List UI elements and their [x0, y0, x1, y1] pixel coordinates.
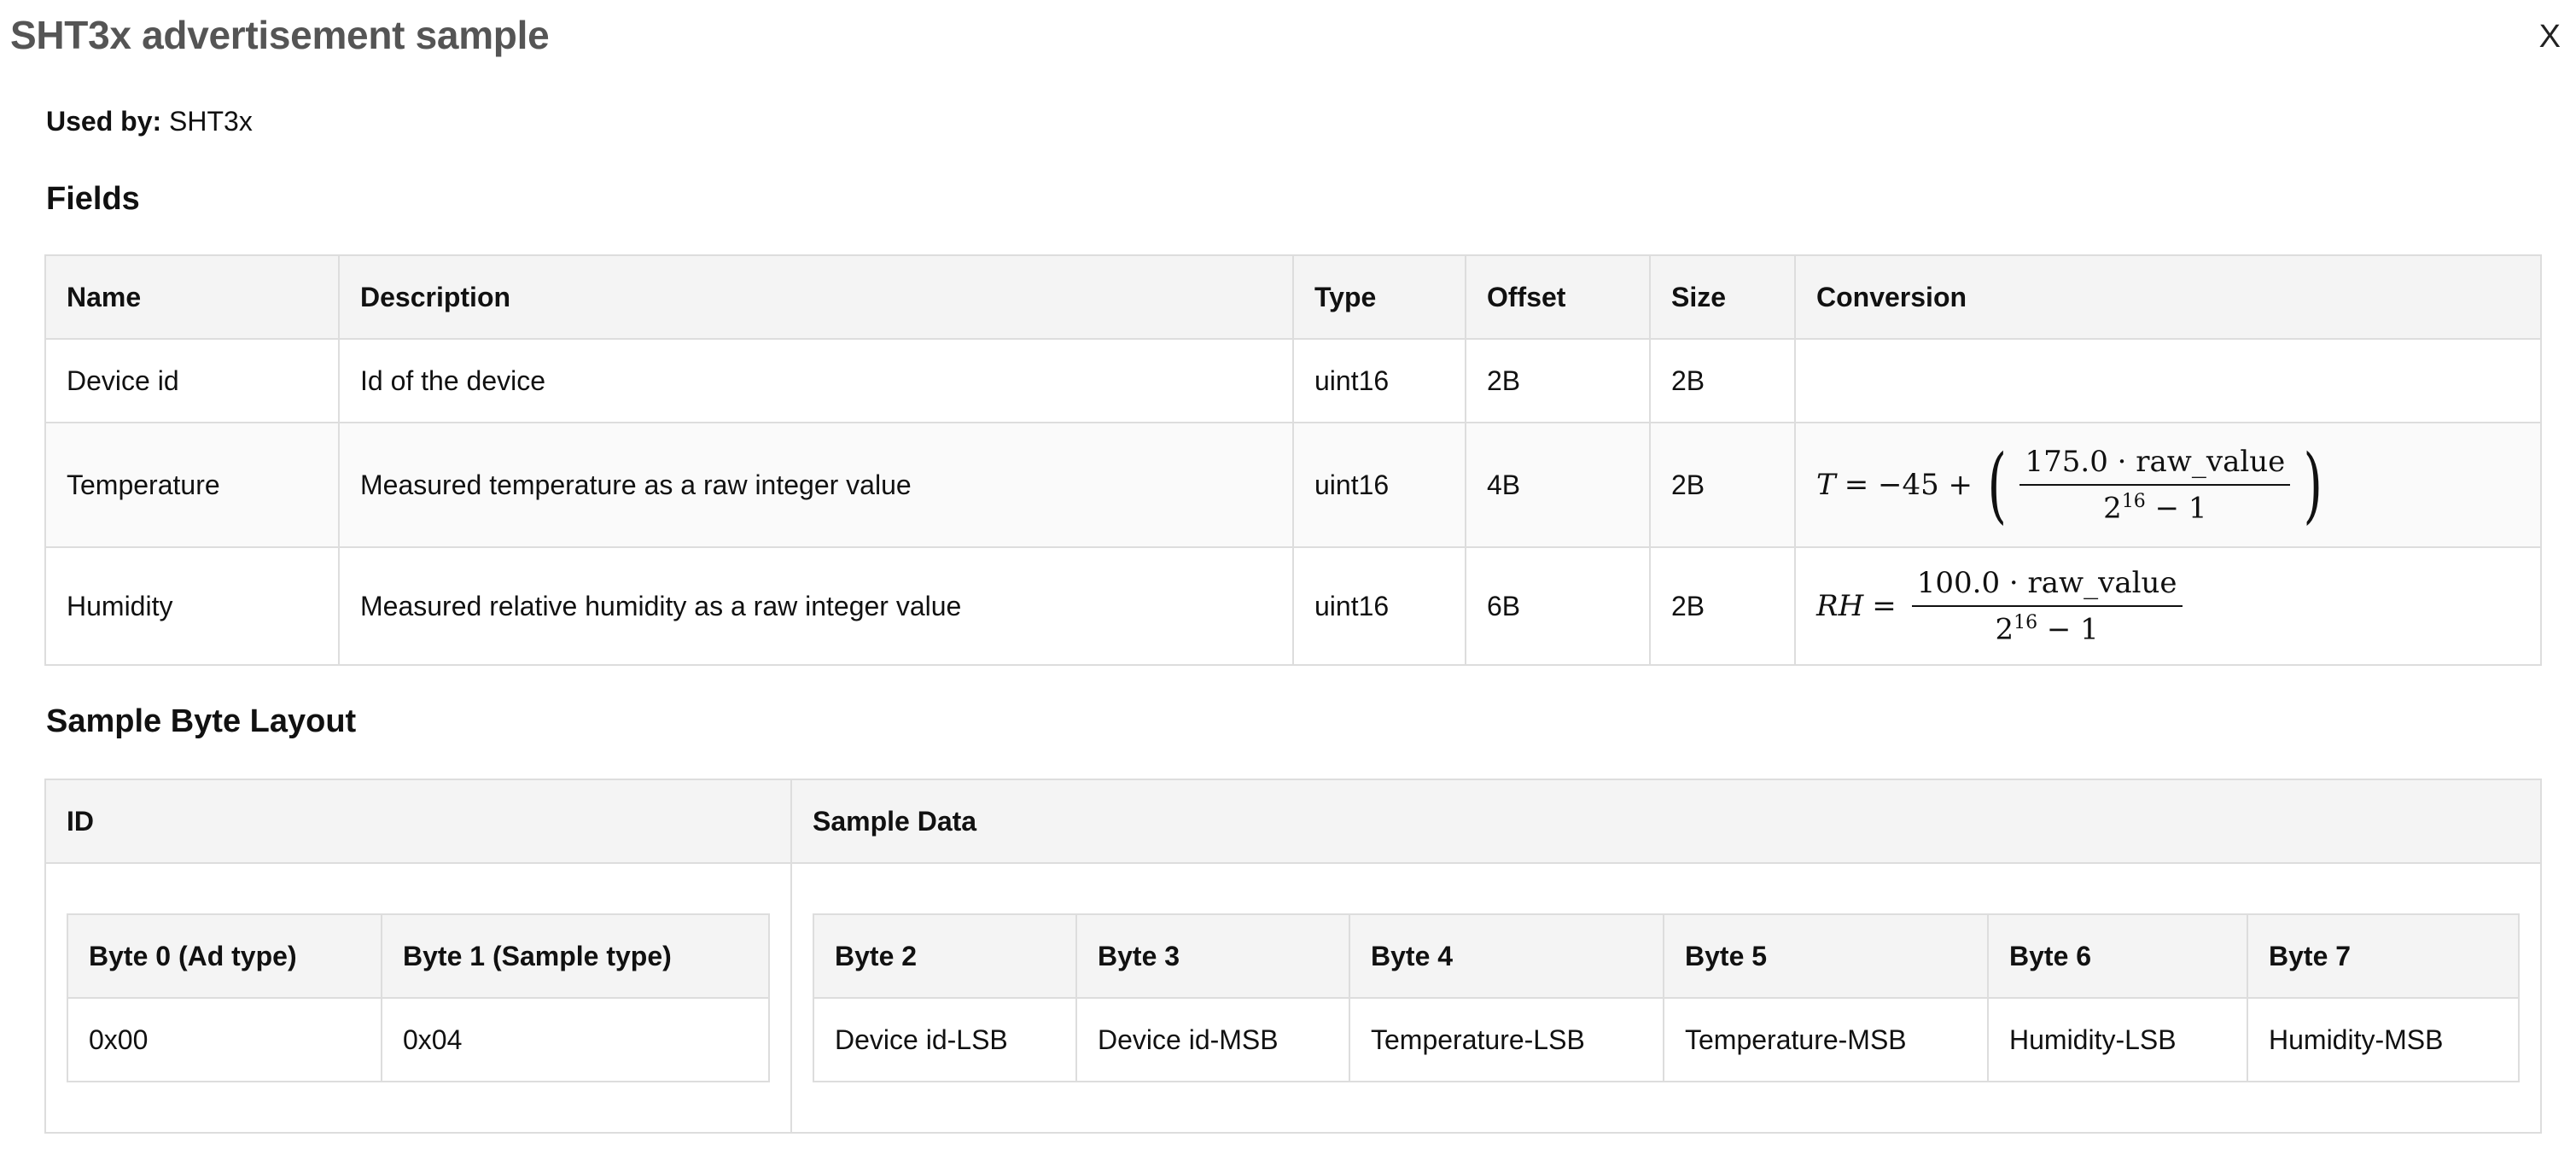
- table-row: 0x00 0x04: [67, 997, 770, 1082]
- byte-header: Byte 1 (Sample type): [381, 913, 770, 999]
- table-row: Device id Id of the device uint16 2B 2B: [44, 338, 2542, 423]
- col-conversion: Conversion: [1794, 254, 2542, 340]
- field-description: Measured temperature as a raw integer va…: [338, 422, 1294, 548]
- formula-denominator-base: 2: [2103, 491, 2122, 526]
- byte-value: 0x00: [67, 997, 382, 1082]
- used-by-label: Used by:: [46, 106, 162, 137]
- byte-header: Byte 0 (Ad type): [67, 913, 382, 999]
- col-id: ID: [44, 779, 792, 864]
- field-size: 2B: [1649, 422, 1796, 548]
- field-offset: 6B: [1465, 546, 1651, 666]
- col-size: Size: [1649, 254, 1796, 340]
- col-type: Type: [1292, 254, 1466, 340]
- col-name: Name: [44, 254, 340, 340]
- formula-eq: = −45 +: [1844, 468, 1973, 502]
- field-description: Id of the device: [338, 338, 1294, 423]
- field-offset: 2B: [1465, 338, 1651, 423]
- formula-lhs: RH: [1816, 588, 1864, 623]
- field-conversion: RH = 100.0 · raw_value 216 − 1: [1794, 546, 2542, 666]
- table-row: Temperature Measured temperature as a ra…: [44, 422, 2542, 548]
- sample-data-bytes-table: Byte 2 Byte 3 Byte 4 Byte 5 Byte 6 Byte …: [813, 913, 2520, 1082]
- formula-denominator-rest: − 1: [2145, 491, 2207, 526]
- byte-header: Byte 3: [1075, 913, 1350, 999]
- id-bytes-table: Byte 0 (Ad type) Byte 1 (Sample type) 0x…: [67, 913, 770, 1082]
- used-by: Used by: SHT3x: [46, 106, 253, 137]
- formula-numerator: 175.0 · raw_value: [2019, 445, 2291, 486]
- temperature-formula: T = −45 + ( 175.0 · raw_value 216 − 1 ): [1816, 437, 2323, 533]
- field-size: 2B: [1649, 546, 1796, 666]
- fields-table: Name Description Type Offset Size Conver…: [44, 254, 2542, 666]
- field-type: uint16: [1292, 546, 1466, 666]
- byte-value: Temperature-LSB: [1349, 997, 1664, 1082]
- field-type: uint16: [1292, 338, 1466, 423]
- dialog-title: SHT3x advertisement sample: [10, 13, 550, 57]
- byte-value: Temperature-MSB: [1663, 997, 1989, 1082]
- byte-layout-table: ID Sample Data Byte 0 (Ad type) Byte 1 (…: [44, 779, 2542, 1134]
- fields-heading: Fields: [46, 181, 140, 217]
- field-description: Measured relative humidity as a raw inte…: [338, 546, 1294, 666]
- table-row: Device id-LSB Device id-MSB Temperature-…: [813, 997, 2520, 1082]
- byte-header: Byte 6: [1987, 913, 2248, 999]
- col-description: Description: [338, 254, 1294, 340]
- formula-eq: =: [1872, 588, 1897, 623]
- byte-value: Humidity-LSB: [1987, 997, 2248, 1082]
- close-button[interactable]: X: [2539, 19, 2561, 55]
- field-conversion: [1794, 338, 2542, 423]
- col-sample-data: Sample Data: [790, 779, 2542, 864]
- formula-numerator: 100.0 · raw_value: [1911, 566, 2183, 607]
- byte-header: Byte 2: [813, 913, 1077, 999]
- byte-value: 0x04: [381, 997, 770, 1082]
- formula-denominator-rest: − 1: [2037, 612, 2099, 647]
- formula-denominator-base: 2: [1995, 612, 2014, 647]
- field-name: Humidity: [44, 546, 340, 666]
- byte-header: Byte 4: [1349, 913, 1664, 999]
- field-name: Temperature: [44, 422, 340, 548]
- byte-value: Humidity-MSB: [2247, 997, 2520, 1082]
- field-type: uint16: [1292, 422, 1466, 548]
- formula-denominator-exp: 16: [2121, 490, 2146, 512]
- byte-layout-heading: Sample Byte Layout: [46, 703, 357, 739]
- byte-value: Device id-LSB: [813, 997, 1077, 1082]
- byte-value: Device id-MSB: [1075, 997, 1350, 1082]
- col-offset: Offset: [1465, 254, 1651, 340]
- formula-denominator-exp: 16: [2014, 611, 2038, 633]
- byte-header: Byte 7: [2247, 913, 2520, 999]
- table-row: Humidity Measured relative humidity as a…: [44, 546, 2542, 666]
- used-by-value: SHT3x: [169, 106, 253, 137]
- field-conversion: T = −45 + ( 175.0 · raw_value 216 − 1 ): [1794, 422, 2542, 548]
- formula-lhs: T: [1816, 468, 1836, 502]
- field-size: 2B: [1649, 338, 1796, 423]
- byte-header: Byte 5: [1663, 913, 1989, 999]
- field-offset: 4B: [1465, 422, 1651, 548]
- field-name: Device id: [44, 338, 340, 423]
- humidity-formula: RH = 100.0 · raw_value 216 − 1: [1816, 566, 2189, 646]
